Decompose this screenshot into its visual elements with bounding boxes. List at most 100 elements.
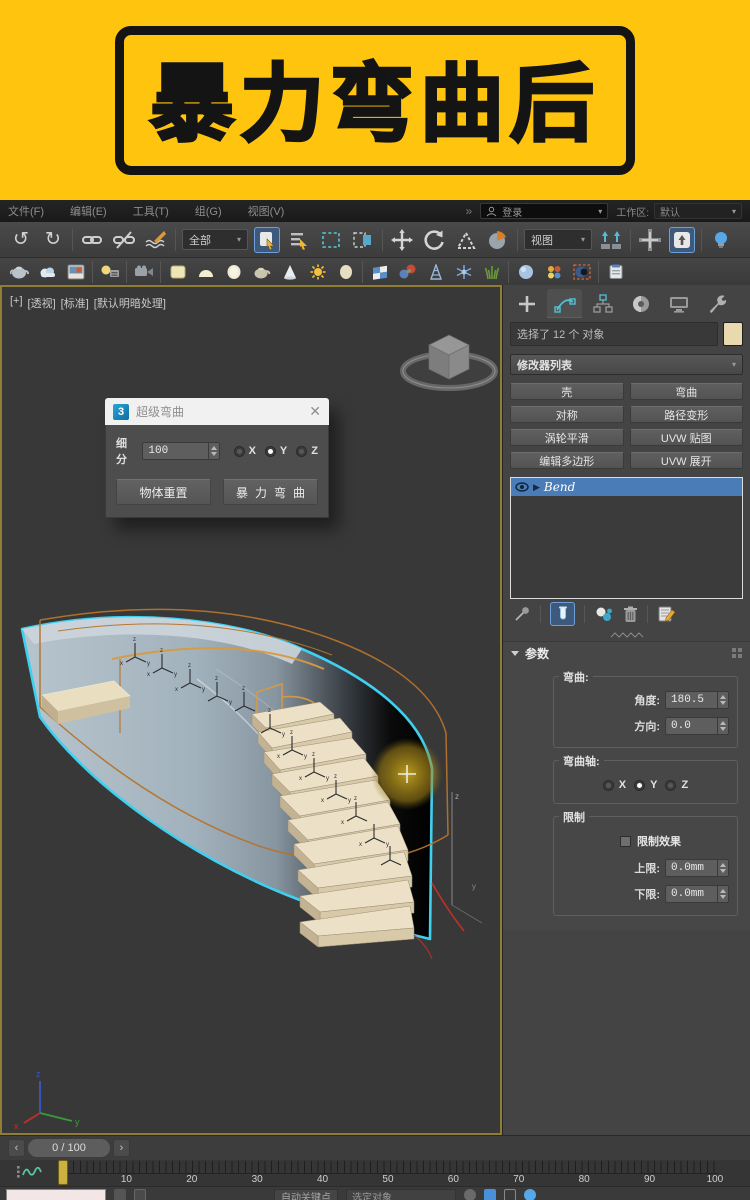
- spinner-snap-bulb-icon[interactable]: [708, 227, 734, 253]
- viewport-menu-pov[interactable]: [透视]: [28, 295, 56, 311]
- render-setup-icon[interactable]: [64, 260, 87, 283]
- upper-limit-spinner[interactable]: 0.0mm: [665, 859, 729, 877]
- force-bend-button[interactable]: 暴力弯曲: [223, 479, 318, 505]
- configure-modifier-sets-icon[interactable]: [657, 605, 676, 623]
- spinner-down-icon[interactable]: [720, 869, 726, 873]
- material-spheres-icon[interactable]: [396, 260, 419, 283]
- angle-snap-toggle-button[interactable]: [669, 226, 695, 253]
- tab-modify[interactable]: [547, 289, 582, 318]
- menu-tools[interactable]: 工具(T): [133, 203, 169, 219]
- tab-hierarchy[interactable]: [585, 289, 620, 318]
- tab-utilities[interactable]: [699, 289, 734, 318]
- subdivision-spinner[interactable]: 100: [142, 442, 220, 460]
- spinner-down-icon[interactable]: [210, 452, 217, 456]
- limit-effect-checkbox[interactable]: [620, 835, 631, 847]
- superbend-dialog[interactable]: 3 超级弯曲 ✕ 细分 100 X Y Z 物体重置 暴力弯曲: [105, 398, 329, 518]
- render-teapot-icon[interactable]: [8, 260, 31, 283]
- select-and-link-icon[interactable]: [79, 227, 105, 253]
- tab-create[interactable]: [509, 289, 544, 318]
- play-controls-icon[interactable]: [524, 1189, 536, 1200]
- dialog-close-icon[interactable]: ✕: [309, 403, 321, 420]
- select-and-move-button[interactable]: [389, 227, 415, 253]
- angle-value[interactable]: 180.5: [666, 694, 717, 706]
- menu-overflow-icon[interactable]: »: [466, 204, 473, 218]
- rectangular-selection-region-button[interactable]: [318, 227, 344, 253]
- select-object-button[interactable]: [254, 226, 280, 253]
- selection-status-field[interactable]: 选择了 12 个 对象: [510, 322, 718, 346]
- modbtn-turbosmooth[interactable]: 涡轮平滑: [510, 429, 624, 446]
- isolate-selection-icon[interactable]: [570, 260, 593, 283]
- undo-button[interactable]: ↺: [8, 227, 34, 253]
- maxscript-mini-listener[interactable]: [6, 1189, 106, 1200]
- dialog-axis-x-radio[interactable]: [233, 445, 245, 457]
- select-by-name-button[interactable]: [286, 227, 312, 253]
- subdivision-value[interactable]: 100: [143, 445, 207, 457]
- primitive-cone-icon[interactable]: [278, 260, 301, 283]
- isolate-toggle-icon[interactable]: [114, 1189, 126, 1200]
- dialog-axis-z-radio[interactable]: [296, 445, 308, 457]
- key-filter-icon[interactable]: [16, 1163, 42, 1181]
- tab-display[interactable]: [661, 289, 696, 318]
- remove-modifier-trash-icon[interactable]: [623, 605, 638, 623]
- perspective-viewport[interactable]: [+] [透视] [标准] [默认明暗处理] z y x z y x z y x…: [0, 285, 502, 1135]
- show-end-result-button[interactable]: [550, 602, 575, 626]
- spinner-up-icon[interactable]: [210, 446, 217, 450]
- previous-frame-button[interactable]: ‹: [8, 1139, 25, 1157]
- rollout-scroll-grip[interactable]: [503, 629, 750, 641]
- lower-limit-spinner[interactable]: 0.0mm: [665, 885, 729, 903]
- bind-to-spacewarp-icon[interactable]: [143, 227, 169, 253]
- camera-icon[interactable]: [132, 260, 155, 283]
- spinner-down-icon[interactable]: [720, 727, 726, 731]
- spacewarp-snowflake-icon[interactable]: [452, 260, 475, 283]
- spinner-down-icon[interactable]: [720, 701, 726, 705]
- viewport-menu-standard[interactable]: [标准]: [61, 295, 89, 311]
- angle-spinner[interactable]: 180.5: [665, 691, 729, 709]
- make-unique-icon[interactable]: [594, 605, 614, 623]
- select-and-manipulate-button[interactable]: [485, 227, 511, 253]
- bend-axis-x-radio[interactable]: [602, 779, 614, 791]
- primitive-teapot-icon[interactable]: [250, 260, 273, 283]
- login-dropdown[interactable]: 登录 ▾: [480, 203, 609, 219]
- foliage-grass-icon[interactable]: [480, 260, 503, 283]
- spinner-up-icon[interactable]: [720, 695, 726, 699]
- direction-spinner[interactable]: 0.0: [665, 717, 729, 735]
- parameters-rollout-header[interactable]: 参数: [503, 642, 750, 664]
- next-frame-button[interactable]: ›: [113, 1139, 130, 1157]
- modbtn-unwrapuvw[interactable]: UVW 展开: [629, 452, 743, 469]
- modifier-list-dropdown[interactable]: 修改器列表 ▾: [510, 354, 743, 375]
- modbtn-editpoly[interactable]: 编辑多边形: [510, 452, 624, 469]
- layer-sphere-icon[interactable]: [514, 260, 537, 283]
- search-icon[interactable]: [464, 1189, 476, 1200]
- bend-axis-y-radio[interactable]: [634, 779, 646, 791]
- snap-toggle-icon[interactable]: [637, 227, 663, 253]
- primitive-capsule-icon[interactable]: [334, 260, 357, 283]
- object-color-swatch[interactable]: [723, 322, 743, 346]
- dialog-titlebar[interactable]: 3 超级弯曲 ✕: [105, 398, 329, 425]
- modifier-stack[interactable]: ▶ Bend: [510, 477, 743, 599]
- menu-views[interactable]: 视图(V): [248, 203, 285, 219]
- selection-filter-dropdown[interactable]: 全部 ▾: [182, 229, 248, 250]
- unlink-selection-icon[interactable]: [111, 227, 137, 253]
- stack-expand-arrow-icon[interactable]: ▶: [533, 482, 540, 493]
- primitive-egg-icon[interactable]: [222, 260, 245, 283]
- autokey-button[interactable]: 自动关键点: [274, 1189, 338, 1200]
- modbtn-bend[interactable]: 弯曲: [629, 383, 743, 400]
- menu-edit[interactable]: 编辑(E): [70, 203, 107, 219]
- helper-tower-icon[interactable]: [424, 260, 447, 283]
- sunlight-icon[interactable]: [306, 260, 329, 283]
- select-and-scale-button[interactable]: [453, 227, 479, 253]
- selection-set-dropdown[interactable]: 选定对象: [346, 1189, 456, 1200]
- redo-button[interactable]: ↻: [40, 227, 66, 253]
- viewport-menu-general[interactable]: [+]: [10, 295, 23, 311]
- stack-item-bend[interactable]: ▶ Bend: [511, 478, 742, 496]
- spinner-down-icon[interactable]: [720, 895, 726, 899]
- bracket-mode-icon[interactable]: [504, 1189, 516, 1200]
- color-palette-icon[interactable]: [542, 260, 565, 283]
- direction-value[interactable]: 0.0: [666, 720, 717, 732]
- primitive-sphere-icon[interactable]: [194, 260, 217, 283]
- light-lister-icon[interactable]: [98, 260, 121, 283]
- environment-cloud-icon[interactable]: [36, 260, 59, 283]
- object-reset-button[interactable]: 物体重置: [116, 479, 211, 505]
- select-and-rotate-button[interactable]: [421, 227, 447, 253]
- track-bar[interactable]: 0102030405060708090100: [0, 1160, 750, 1186]
